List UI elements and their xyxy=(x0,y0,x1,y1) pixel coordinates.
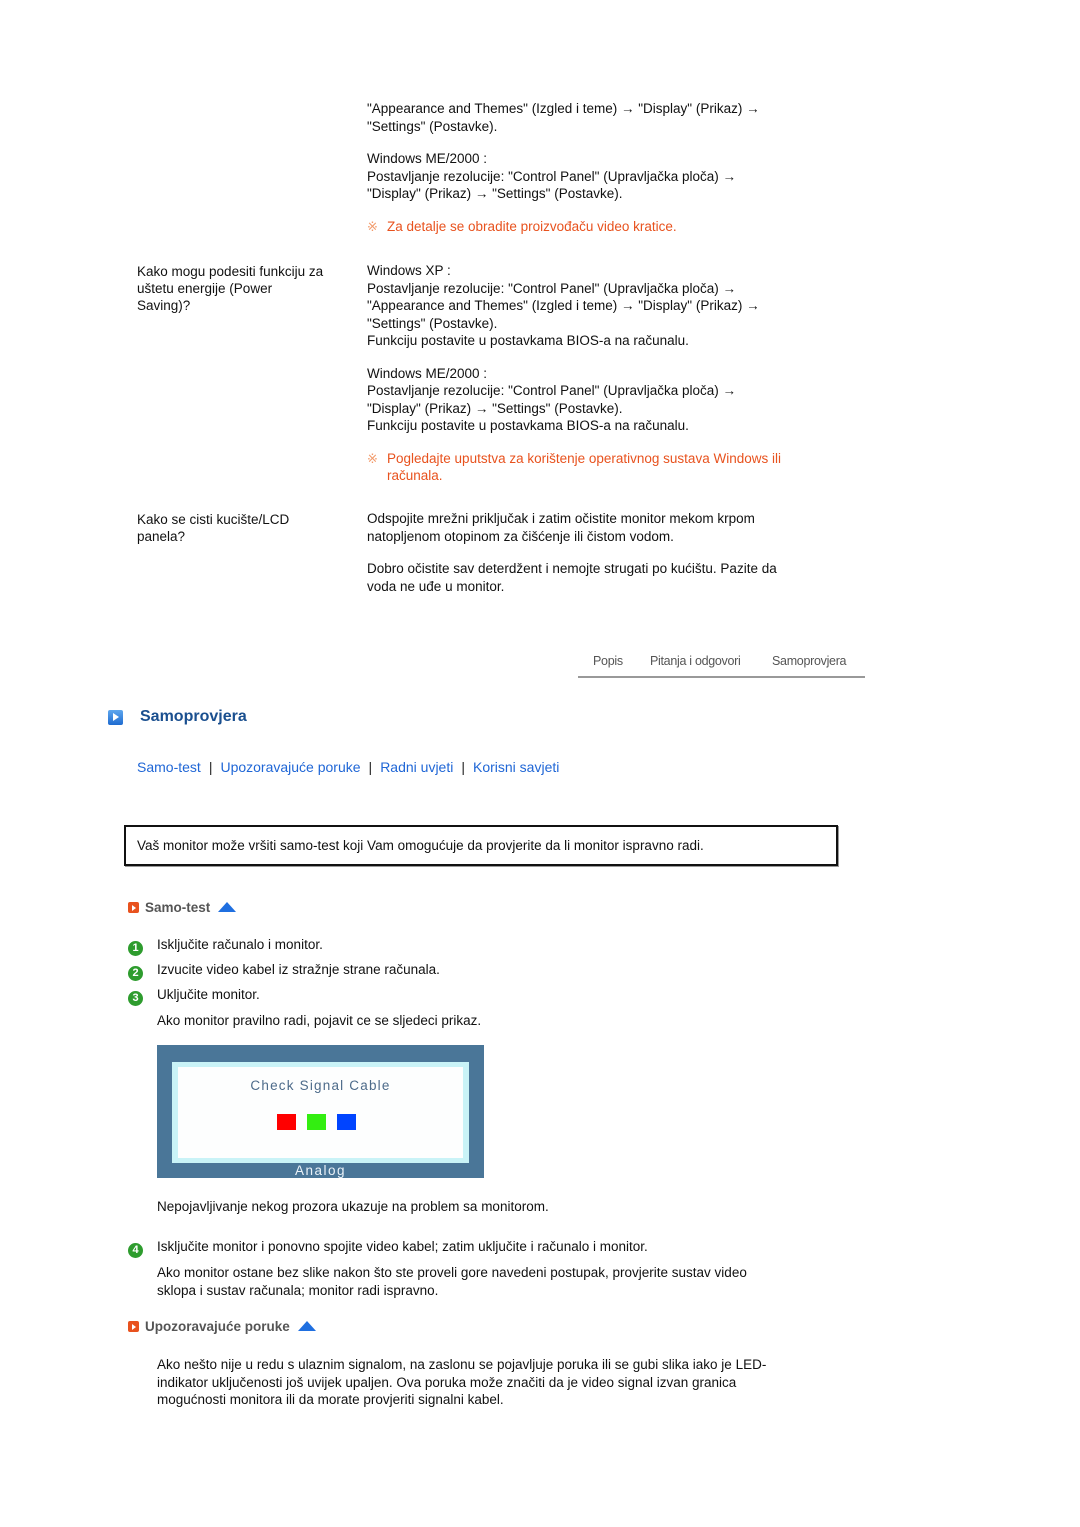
screen-message: Check Signal Cable xyxy=(250,1078,391,1093)
section-title: Samoprovjera xyxy=(140,708,247,725)
os-title: Windows XP : xyxy=(367,263,451,278)
text-line: voda ne uđe u monitor. xyxy=(367,578,505,594)
text-line: Saving)? xyxy=(137,298,191,313)
subheading-samo-test: Samo-test xyxy=(128,900,237,915)
step-4-note: Ako monitor ostane bez slike nakon što s… xyxy=(157,1264,747,1299)
text-line: natopljenom otopinom za čišćenje ili čis… xyxy=(367,528,674,544)
os-title: Windows ME/2000 : xyxy=(367,365,488,381)
step-text: Izvucite video kabel iz stražnje strane … xyxy=(157,962,440,977)
faq-answer-cleaning: Odspojite mrežni priključak i zatim očis… xyxy=(367,510,847,595)
step-number-icon: 3 xyxy=(128,991,143,1006)
faq-answer-power-saving: Windows XP : Postavljanje rezolucije: "C… xyxy=(367,262,847,485)
intro-text: Vaš monitor može vršiti samo-test koji V… xyxy=(137,838,704,853)
os-title: Windows ME/2000 : xyxy=(367,151,488,166)
check-signal-screen-image: Check Signal Cable Analog xyxy=(157,1045,484,1178)
note-text: Za detalje se obradite proizvođaču video… xyxy=(387,218,677,234)
text-line: Funkciju postavite u postavkama BIOS-a n… xyxy=(367,418,689,433)
text-line: "Display" (Prikaz) → "Settings" (Postavk… xyxy=(367,186,623,201)
step-number-icon: 4 xyxy=(128,1243,143,1258)
text-line: Odspojite mrežni priključak i zatim očis… xyxy=(367,511,755,526)
text-line: Kako se cisti kucište/LCD xyxy=(137,512,290,527)
text-line: uštetu energije (Power xyxy=(137,281,273,296)
intro-box: Vaš monitor može vršiti samo-test koji V… xyxy=(124,825,838,866)
subheading-text: Samo-test xyxy=(145,900,211,915)
separator: | xyxy=(461,759,465,775)
step-text: Uključite monitor. xyxy=(157,987,260,1002)
after-screen-text: Nepojavljivanje nekog prozora ukazuje na… xyxy=(157,1199,549,1214)
tab-pitanja-i-odgovori[interactable]: Pitanja i odgovori xyxy=(650,654,741,668)
step-number-icon: 2 xyxy=(128,966,143,981)
text-line: Ako monitor ostane bez slike nakon što s… xyxy=(157,1265,747,1280)
link-korisni-savjeti[interactable]: Korisni savjeti xyxy=(473,759,559,775)
section-arrow-icon xyxy=(108,710,123,725)
subheading-upozoravajuce-poruke: Upozoravajuće poruke xyxy=(128,1319,316,1334)
back-to-top-icon[interactable] xyxy=(297,1321,316,1331)
note-icon: ※ xyxy=(367,450,378,466)
text-line: "Settings" (Postavke). xyxy=(367,118,498,134)
step-3: 3 Uključite monitor. xyxy=(128,987,260,1006)
link-samo-test[interactable]: Samo-test xyxy=(137,759,201,775)
link-upozoravajuce-poruke[interactable]: Upozoravajuće poruke xyxy=(220,759,360,775)
subheading-arrow-icon xyxy=(128,1321,139,1332)
step-4: 4 Isključite monitor i ponovno spojite v… xyxy=(128,1239,648,1258)
text-line: Kako mogu podesiti funkciju za xyxy=(137,264,324,279)
screen-label: Analog xyxy=(294,1163,347,1178)
faq-question-cleaning: Kako se cisti kucište/LCD panela? xyxy=(137,511,352,545)
back-to-top-icon[interactable] xyxy=(218,902,237,912)
note-text: računala. xyxy=(387,468,443,483)
text-line: "Settings" (Postavke). xyxy=(367,315,498,331)
warnings-text: Ako nešto nije u redu s ulaznim signalom… xyxy=(157,1356,766,1409)
red-square xyxy=(277,1114,296,1130)
faq-answer-resolution-continued: "Appearance and Themes" (Izgled i teme) … xyxy=(367,100,847,235)
blue-square xyxy=(337,1114,356,1130)
section-links: Samo-test | Upozoravajuće poruke | Radni uvj… xyxy=(137,759,559,775)
note: ※ Za detalje se obradite proizvođaču vide… xyxy=(367,218,847,236)
text-line: "Appearance and Themes" (Izgled i teme) … xyxy=(367,298,760,313)
subheading-arrow-icon xyxy=(128,902,139,913)
text-line: "Appearance and Themes" (Izgled i teme) … xyxy=(367,101,760,116)
tab-samoprovjera[interactable]: Samoprovjera xyxy=(772,654,847,668)
step-text: Isključite monitor i ponovno spojite vid… xyxy=(157,1239,648,1254)
tab-popis[interactable]: Popis xyxy=(593,654,623,668)
subheading-text: Upozoravajuće poruke xyxy=(145,1319,290,1334)
step-number-icon: 1 xyxy=(128,941,143,956)
note: ※ Pogledajte uputstva za korištenje opera… xyxy=(367,450,847,468)
link-radni-uvjeti[interactable]: Radni uvjeti xyxy=(380,759,453,775)
section-tab-bar: Popis Pitanja i odgovori Samoprovjera xyxy=(578,650,865,678)
separator: | xyxy=(208,759,213,775)
text-line: Funkciju postavite u postavkama BIOS-a n… xyxy=(367,333,689,348)
step-2: 2 Izvucite video kabel iz stražnje stran… xyxy=(128,962,440,981)
separator: | xyxy=(368,759,373,775)
note-icon: ※ xyxy=(367,218,378,234)
text-line: Postavljanje rezolucije: "Control Panel"… xyxy=(367,280,736,296)
faq-question-power-saving: Kako mogu podesiti funkciju za uštetu en… xyxy=(137,263,352,314)
step-1: 1 Isključite računalo i monitor. xyxy=(128,937,323,956)
note-text: Pogledajte uputstva za korištenje operat… xyxy=(387,450,781,466)
text-line: indikator uključenosti još uvijek upalje… xyxy=(157,1374,737,1390)
text-line: Dobro očistite sav deterdžent i nemojte … xyxy=(367,561,777,576)
text-line: Postavljanje rezolucije: "Control Panel"… xyxy=(367,168,736,184)
text-line: panela? xyxy=(137,529,186,544)
step-text: Isključite računalo i monitor. xyxy=(157,937,323,952)
step-3-note: Ako monitor pravilno radi, pojavit ce se… xyxy=(157,1013,482,1028)
text-line: mogućnosti monitora ili da morate provje… xyxy=(157,1392,504,1407)
text-line: "Display" (Prikaz) → "Settings" (Postavk… xyxy=(367,400,623,416)
text-line: sklopa i sustav računala; monitor radi i… xyxy=(157,1282,439,1298)
green-square xyxy=(307,1114,326,1130)
text-line: Ako nešto nije u redu s ulaznim signalom… xyxy=(157,1357,767,1372)
text-line: Postavljanje rezolucije: "Control Panel"… xyxy=(367,383,736,398)
